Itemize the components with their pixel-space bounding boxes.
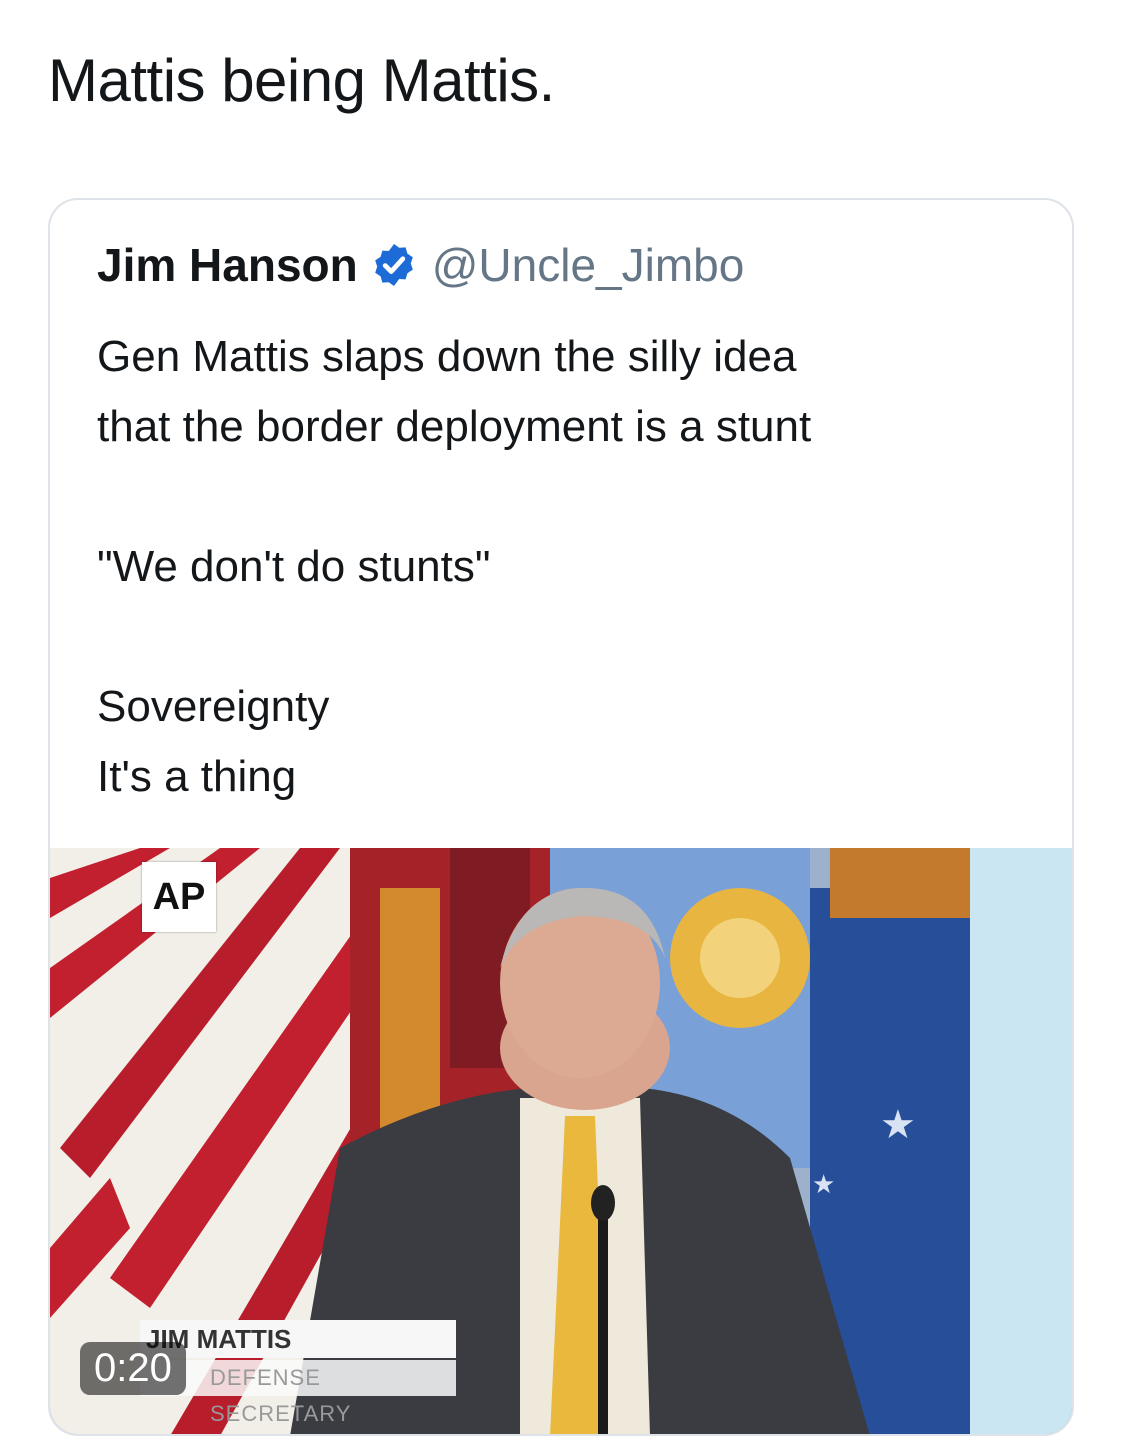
svg-text:★: ★ [812,1170,835,1200]
tweet-line: It's a thing [97,752,297,801]
video-duration-badge: 0:20 [80,1342,186,1395]
verified-badge-icon [370,241,418,289]
chyron-title: DEFENSE SECRETARY [140,1360,456,1426]
author-name[interactable]: Jim Hanson [97,238,358,292]
tweet-line: Sovereignty [97,682,330,731]
chyron-name: JIM MATTIS [140,1320,456,1358]
tweet-line: Gen Mattis slaps down the silly idea [97,332,797,381]
video-chyron: JIM MATTIS DEFENSE SECRETARY [140,1320,456,1426]
tweet-line: "We don't do stunts" [97,542,491,591]
tweet-line: that the border deployment is a stunt [97,402,812,451]
video-player[interactable]: ★ ★ AP JIM MATTIS DEFENSE SECRETARY 0:20 [50,848,1072,1434]
quoted-tweet-header: Jim Hanson @Uncle_Jimbo [97,238,744,292]
svg-text:★: ★ [880,1102,916,1148]
tweet-text: Mattis being Mattis. [48,47,555,114]
ap-logo: AP [142,862,216,932]
author-handle[interactable]: @Uncle_Jimbo [432,238,745,292]
quoted-tweet-card[interactable]: Jim Hanson @Uncle_Jimbo Gen Mattis slaps… [48,198,1074,1436]
quoted-tweet-body: Gen Mattis slaps down the silly idea tha… [97,322,1057,812]
